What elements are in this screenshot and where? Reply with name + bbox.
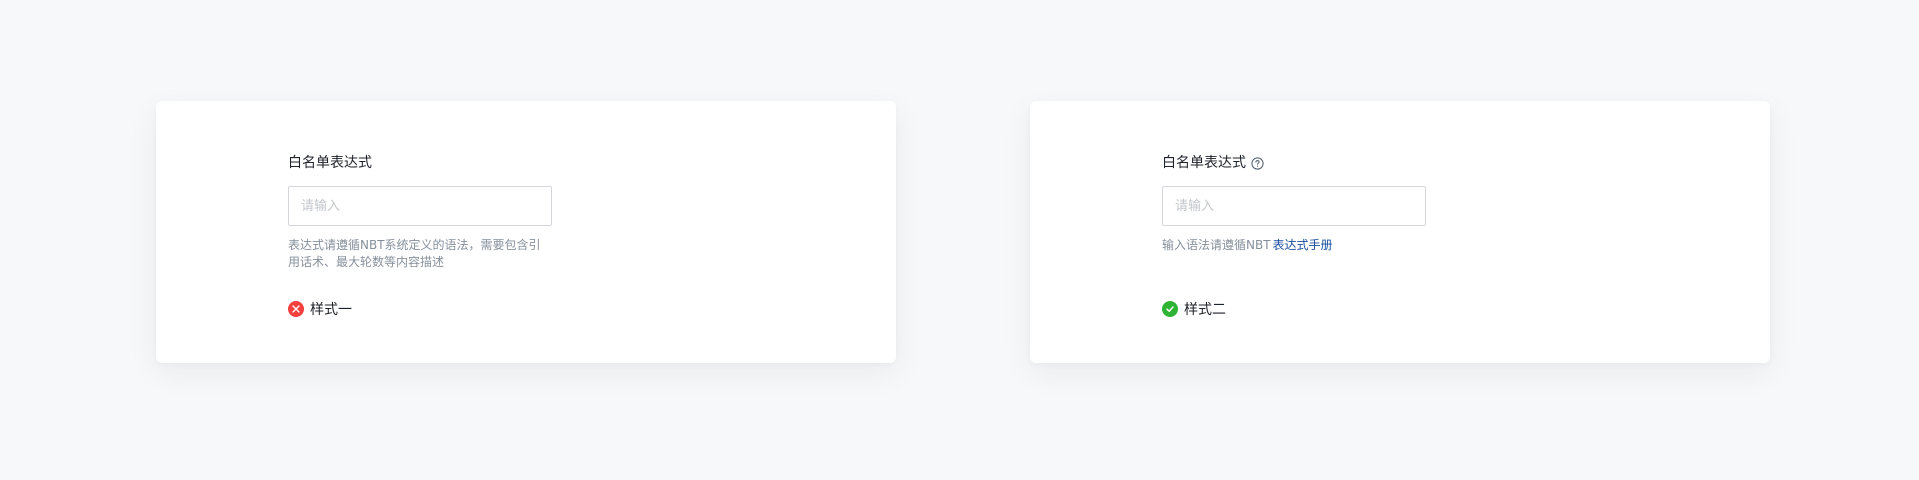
whitelist-expression-input[interactable] xyxy=(288,186,552,226)
whitelist-expression-field: 白名单表达式 输入语法请遵循NBT表达式手册 xyxy=(1162,153,1426,254)
style-name: 样式二 xyxy=(1184,302,1226,318)
expression-manual-link[interactable]: 表达式手册 xyxy=(1273,238,1333,252)
help-text-content: 输入语法请遵循NBT xyxy=(1162,238,1271,252)
check-circle-icon xyxy=(1162,301,1178,317)
example-card-style-one: 白名单表达式 表达式请遵循NBT系统定义的语法，需要包含引用话术、最大轮数等内容… xyxy=(156,101,896,363)
style-caption: 样式一 xyxy=(288,299,352,319)
field-label: 白名单表达式 xyxy=(1162,155,1246,171)
field-label-row: 白名单表达式 xyxy=(288,153,552,173)
field-help-text: 输入语法请遵循NBT 表达式手册 xyxy=(1162,237,1422,254)
example-card-style-two: 白名单表达式 输入语法请遵循NBT表达式手册 样式二 xyxy=(1030,101,1770,363)
style-name: 样式一 xyxy=(310,302,352,318)
field-help-text: 表达式请遵循NBT系统定义的语法，需要包含引用话术、最大轮数等内容描述 xyxy=(288,237,548,271)
close-circle-icon xyxy=(288,301,304,317)
whitelist-expression-input[interactable] xyxy=(1162,186,1426,226)
question-circle-icon[interactable] xyxy=(1251,156,1264,170)
whitelist-expression-field: 白名单表达式 表达式请遵循NBT系统定义的语法，需要包含引用话术、最大轮数等内容… xyxy=(288,153,552,271)
help-text-content: 表达式请遵循NBT系统定义的语法，需要包含引用话术、最大轮数等内容描述 xyxy=(288,238,541,269)
style-caption: 样式二 xyxy=(1162,299,1226,319)
field-label: 白名单表达式 xyxy=(288,155,372,171)
field-label-row: 白名单表达式 xyxy=(1162,153,1426,173)
